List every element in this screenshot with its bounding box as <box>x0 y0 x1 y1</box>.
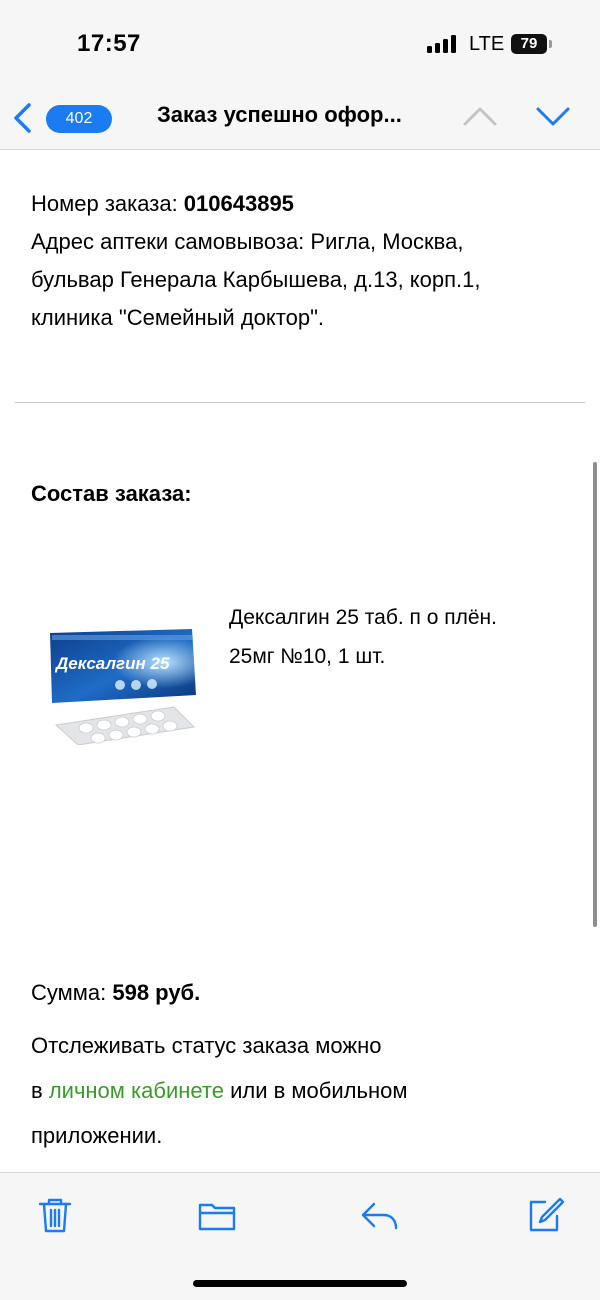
trash-icon[interactable] <box>35 1195 75 1235</box>
email-body[interactable]: Номер заказа: 010643895 Адрес аптеки сам… <box>0 151 600 1171</box>
nav-title: Заказ успешно офор... <box>157 102 402 127</box>
battery-level: 79 <box>520 35 538 52</box>
product-name-line-2: 25мг №10, 1 шт. <box>229 645 386 668</box>
tracking-suffix: или в мобильном <box>223 1078 408 1103</box>
order-sum: Сумма: 598 руб. <box>31 980 200 1006</box>
address-line-2: бульвар Генерала Карбышева, д.13, корп.1… <box>31 267 481 292</box>
network-type: LTE <box>469 33 505 55</box>
battery-nub <box>549 40 552 48</box>
personal-account-link[interactable]: личном кабинете <box>49 1078 224 1103</box>
signal-icon <box>427 35 461 53</box>
chevron-up-icon[interactable] <box>462 102 498 130</box>
order-info: Номер заказа: 010643895 Адрес аптеки сам… <box>31 185 581 337</box>
tracking-info: Отслеживать статус заказа можно в личном… <box>31 1023 551 1158</box>
folder-icon[interactable] <box>197 1195 237 1235</box>
nav-bar: 402 Заказ успешно офор... <box>0 88 600 150</box>
status-time: 17:57 <box>77 30 141 57</box>
product-image-brand: Дексалгин 25 <box>54 654 170 673</box>
home-indicator[interactable] <box>193 1280 407 1287</box>
product-name: Дексалгин 25 таб. п о плён. 25мг №10, 1 … <box>229 598 569 676</box>
product-name-line-1: Дексалгин 25 таб. п о плён. <box>229 606 497 629</box>
chevron-left-icon <box>14 103 31 133</box>
battery-icon: 79 <box>511 34 547 54</box>
order-number-line: Номер заказа: 010643895 <box>31 185 581 223</box>
order-number-label: Номер заказа: <box>31 191 184 216</box>
address-line-3: клиника "Семейный доктор". <box>31 305 325 330</box>
tracking-prefix: в <box>31 1078 49 1103</box>
order-contents-title: Состав заказа: <box>31 481 192 506</box>
tracking-line-2: в личном кабинете или в мобильном <box>31 1068 551 1113</box>
unread-count-badge: 402 <box>46 105 112 133</box>
sum-label: Сумма: <box>31 980 113 1005</box>
status-bar: 17:57 LTE 79 <box>0 0 600 88</box>
order-number: 010643895 <box>183 191 294 216</box>
sum-value: 598 руб. <box>112 980 201 1005</box>
back-button[interactable]: 402 <box>12 100 112 136</box>
tracking-line-1: Отслеживать статус заказа можно <box>31 1033 382 1058</box>
reply-icon[interactable] <box>360 1195 400 1235</box>
tracking-line-3: приложении. <box>31 1123 163 1148</box>
address-line-1: Адрес аптеки самовывоза: Ригла, Москва, <box>31 229 464 254</box>
divider <box>15 402 585 403</box>
compose-icon[interactable] <box>525 1195 565 1235</box>
chevron-down-icon[interactable] <box>535 102 571 130</box>
product-image: Дексалгин 25 <box>50 629 196 745</box>
scrollbar[interactable] <box>593 462 597 927</box>
